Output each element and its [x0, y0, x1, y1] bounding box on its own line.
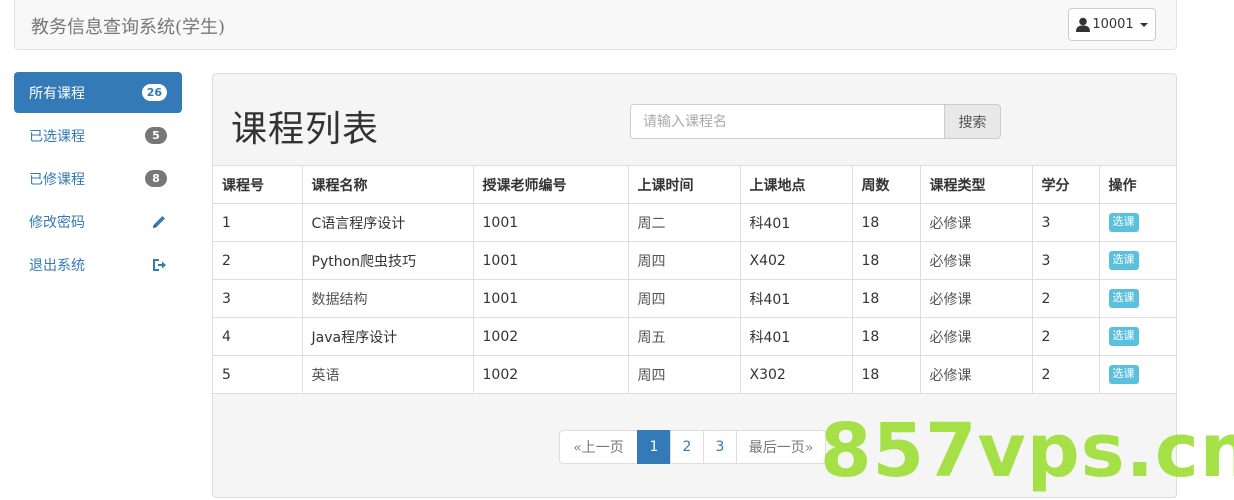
- search-input[interactable]: [630, 104, 945, 139]
- class-time-cell: 周四: [627, 279, 741, 318]
- weeks-cell: 18: [851, 279, 921, 318]
- app-title[interactable]: 教务信息查询系统(学生): [31, 13, 225, 39]
- course-type-cell: 必修课: [919, 317, 1033, 356]
- course-id-cell: 3: [213, 279, 303, 318]
- action-cell: 选课: [1098, 317, 1176, 356]
- select-course-button[interactable]: 选课: [1108, 327, 1139, 346]
- table-header-row: 课程号 课程名称 授课老师编号 上课时间 上课地点 周数 课程类型 学分 操作: [213, 165, 1176, 204]
- column-header: 学分: [1031, 165, 1100, 204]
- course-id-cell: 5: [213, 355, 303, 394]
- sidebar-item-label: 修改密码: [29, 214, 85, 231]
- sidebar-item-logout[interactable]: 退出系统: [14, 244, 182, 285]
- credit-cell: 2: [1031, 317, 1100, 356]
- weeks-cell: 18: [851, 241, 921, 280]
- page-title: 课程列表: [231, 109, 380, 150]
- user-menu-button[interactable]: 10001: [1068, 8, 1156, 41]
- course-name-cell: 数据结构: [301, 279, 474, 318]
- class-place-cell: X402: [739, 241, 853, 280]
- column-header: 课程类型: [919, 165, 1033, 204]
- page-button-1[interactable]: 1: [637, 430, 671, 464]
- course-type-cell: 必修课: [919, 355, 1033, 394]
- sidebar-item-change-password[interactable]: 修改密码: [14, 201, 182, 242]
- column-header: 课程号: [213, 165, 303, 204]
- course-name-cell: C语言程序设计: [301, 203, 474, 242]
- credit-cell: 2: [1031, 355, 1100, 394]
- teacher-id-cell: 1002: [472, 355, 629, 394]
- top-navbar: 教务信息查询系统(学生) 10001: [14, 0, 1177, 50]
- course-type-cell: 必修课: [919, 241, 1033, 280]
- page-button-2[interactable]: 2: [670, 430, 704, 464]
- column-header: 操作: [1098, 165, 1176, 204]
- table-row: 4 Java程序设计 1002 周五 科401 18 必修课 2 选课: [213, 317, 1176, 356]
- sidebar-item-label: 已修课程: [29, 171, 85, 188]
- sidebar-item-label: 退出系统: [29, 257, 85, 274]
- class-time-cell: 周二: [627, 203, 741, 242]
- course-name-cell: 英语: [301, 355, 474, 394]
- table-row: 1 C语言程序设计 1001 周二 科401 18 必修课 3 选课: [213, 203, 1176, 242]
- pencil-icon: [153, 215, 165, 228]
- search-button[interactable]: 搜索: [945, 104, 1001, 139]
- table-row: 2 Python爬虫技巧 1001 周四 X402 18 必修课 3 选课: [213, 241, 1176, 280]
- teacher-id-cell: 1002: [472, 317, 629, 356]
- watermark-text: 857vps.cn: [820, 408, 1234, 494]
- table-row: 5 英语 1002 周四 X302 18 必修课 2 选课: [213, 355, 1176, 394]
- course-table: 课程号 课程名称 授课老师编号 上课时间 上课地点 周数 课程类型 学分 操作 …: [213, 165, 1176, 394]
- column-header: 课程名称: [301, 165, 474, 204]
- select-course-button[interactable]: 选课: [1108, 289, 1139, 308]
- credit-cell: 3: [1031, 241, 1100, 280]
- sidebar-item-completed-courses[interactable]: 已修课程 8: [14, 158, 182, 199]
- teacher-id-cell: 1001: [472, 203, 629, 242]
- action-cell: 选课: [1098, 203, 1176, 242]
- table-row: 3 数据结构 1001 周四 科401 18 必修课 2 选课: [213, 279, 1176, 318]
- prev-page-button[interactable]: «上一页: [559, 430, 638, 464]
- column-header: 上课时间: [627, 165, 741, 204]
- action-cell: 选课: [1098, 355, 1176, 394]
- pagination: «上一页 1 2 3 最后一页»: [559, 430, 826, 464]
- count-badge: 8: [145, 170, 167, 187]
- course-id-cell: 2: [213, 241, 303, 280]
- select-course-button[interactable]: 选课: [1108, 251, 1139, 270]
- course-type-cell: 必修课: [919, 203, 1033, 242]
- credit-cell: 2: [1031, 279, 1100, 318]
- class-place-cell: 科401: [739, 317, 853, 356]
- logout-icon: [153, 258, 166, 271]
- search-form: 搜索: [630, 104, 1001, 139]
- count-badge: 5: [145, 127, 167, 144]
- class-time-cell: 周五: [627, 317, 741, 356]
- column-header: 周数: [851, 165, 921, 204]
- class-place-cell: 科401: [739, 203, 853, 242]
- course-id-cell: 1: [213, 203, 303, 242]
- count-badge: 26: [141, 84, 167, 101]
- course-id-cell: 4: [213, 317, 303, 356]
- caret-down-icon: [1139, 22, 1148, 27]
- last-page-button[interactable]: 最后一页»: [736, 430, 826, 464]
- action-cell: 选课: [1098, 279, 1176, 318]
- sidebar-item-label: 已选课程: [29, 128, 85, 145]
- select-course-button[interactable]: 选课: [1108, 213, 1139, 232]
- sidebar-item-selected-courses[interactable]: 已选课程 5: [14, 115, 182, 156]
- column-header: 授课老师编号: [472, 165, 629, 204]
- course-name-cell: Java程序设计: [301, 317, 474, 356]
- class-time-cell: 周四: [627, 241, 741, 280]
- page-button-3[interactable]: 3: [703, 430, 737, 464]
- class-time-cell: 周四: [627, 355, 741, 394]
- course-type-cell: 必修课: [919, 279, 1033, 318]
- course-name-cell: Python爬虫技巧: [301, 241, 474, 280]
- user-icon: [1076, 17, 1091, 32]
- select-course-button[interactable]: 选课: [1108, 365, 1139, 384]
- weeks-cell: 18: [851, 355, 921, 394]
- credit-cell: 3: [1031, 203, 1100, 242]
- sidebar-item-all-courses[interactable]: 所有课程 26: [14, 72, 182, 113]
- sidebar-nav: 所有课程 26 已选课程 5 已修课程 8 修改密码 退出系统: [14, 72, 182, 287]
- action-cell: 选课: [1098, 241, 1176, 280]
- class-place-cell: X302: [739, 355, 853, 394]
- sidebar-item-label: 所有课程: [29, 85, 85, 102]
- teacher-id-cell: 1001: [472, 241, 629, 280]
- weeks-cell: 18: [851, 203, 921, 242]
- teacher-id-cell: 1001: [472, 279, 629, 318]
- class-place-cell: 科401: [739, 279, 853, 318]
- column-header: 上课地点: [739, 165, 853, 204]
- user-id: 10001: [1092, 17, 1134, 32]
- weeks-cell: 18: [851, 317, 921, 356]
